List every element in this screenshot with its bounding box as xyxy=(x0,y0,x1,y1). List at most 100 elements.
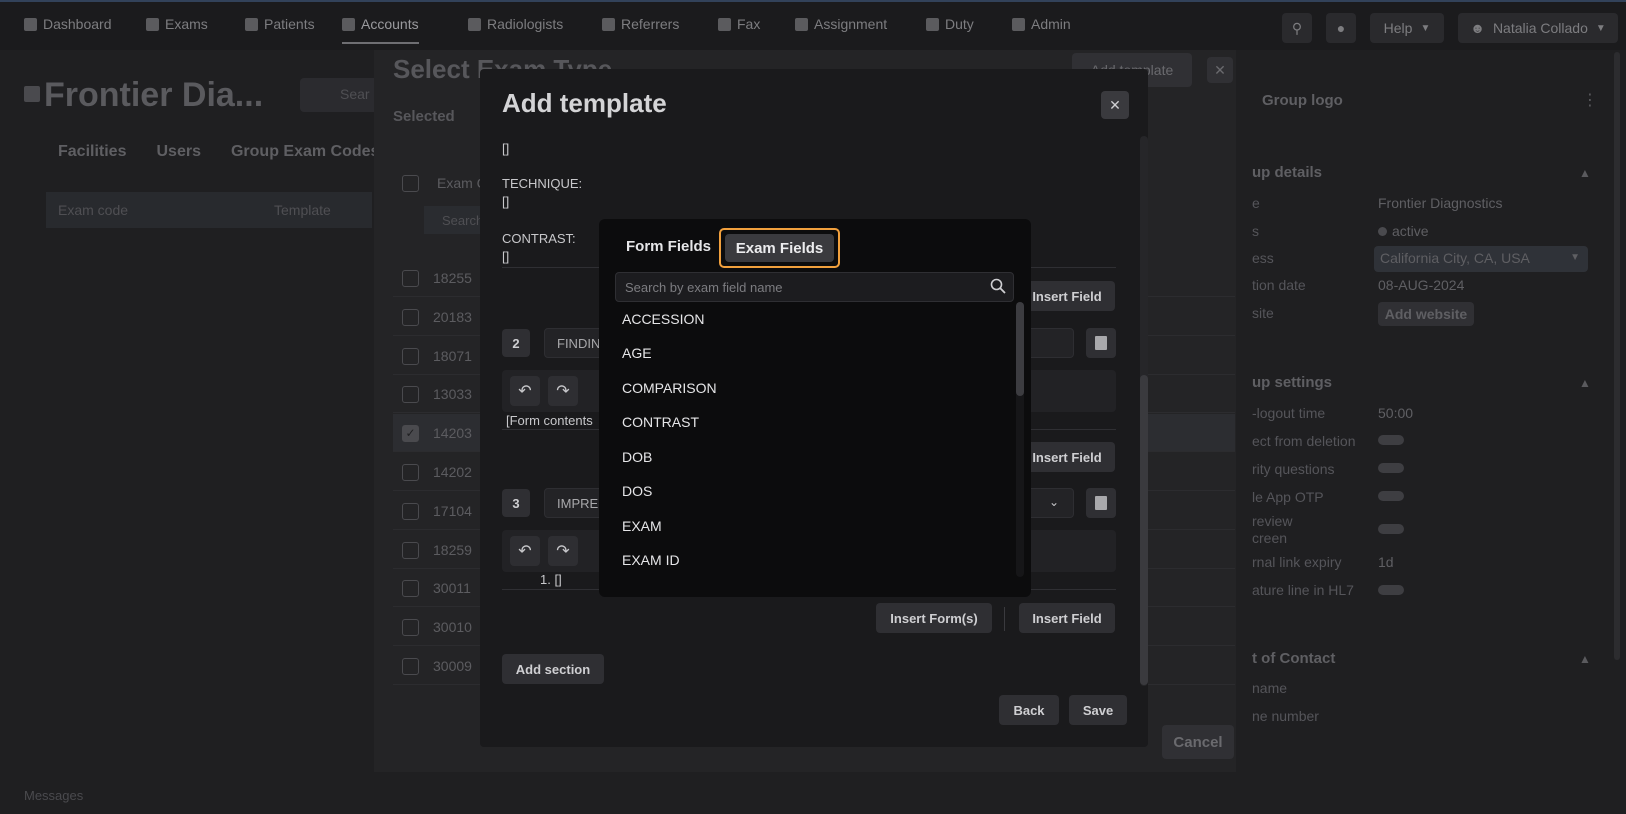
redo-icon: ↷ xyxy=(556,543,570,560)
row-checkbox[interactable] xyxy=(402,464,419,481)
field-item-exam[interactable]: EXAM xyxy=(622,518,662,534)
creation-date-value: 08-AUG-2024 xyxy=(1378,277,1465,293)
undo-button[interactable]: ↶ xyxy=(510,376,540,406)
nav-referrers[interactable]: Referrers xyxy=(602,16,679,32)
add-section-button[interactable]: Add section xyxy=(502,654,604,684)
location-select[interactable]: California City, CA, USA ▼ xyxy=(1374,246,1588,272)
exam-code-cell: 18071 xyxy=(433,347,472,364)
page-scrollbar[interactable] xyxy=(1614,52,1620,660)
field-item-accession[interactable]: ACCESSION xyxy=(622,311,704,327)
signature-line-toggle[interactable] xyxy=(1378,585,1404,595)
delete-section-button[interactable] xyxy=(1086,328,1116,358)
back-button[interactable]: Back xyxy=(999,695,1059,725)
nav-patients[interactable]: Patients xyxy=(245,16,315,32)
app-otp-toggle[interactable] xyxy=(1378,491,1404,501)
field-item-contrast[interactable]: CONTRAST xyxy=(622,414,699,430)
row-checkbox[interactable]: ✓ xyxy=(402,425,419,443)
help-button[interactable]: Help ▼ xyxy=(1370,13,1444,43)
undo-icon: ↶ xyxy=(518,543,532,560)
close-icon[interactable]: ✕ xyxy=(1101,91,1129,119)
row-checkbox[interactable] xyxy=(402,502,419,520)
exam-code-cell: 30011 xyxy=(433,580,471,597)
exam-code-cell: 18255 xyxy=(433,270,472,286)
template-text-line: TECHNIQUE: xyxy=(502,176,583,191)
nav-fax[interactable]: Fax xyxy=(718,16,760,32)
exam-code-cell: 17104 xyxy=(433,502,472,519)
row-checkbox[interactable] xyxy=(402,619,419,637)
row-checkbox[interactable] xyxy=(402,270,419,287)
tab-users[interactable]: Users xyxy=(156,143,200,161)
chevron-up-icon[interactable]: ▲ xyxy=(1579,376,1591,390)
security-questions-toggle[interactable] xyxy=(1378,463,1404,473)
dashboard-icon xyxy=(24,17,37,31)
messages-label[interactable]: Messages xyxy=(24,788,83,803)
tab-exam-fields[interactable]: Exam Fields xyxy=(725,234,834,262)
search-button[interactable]: ⚲ xyxy=(1282,13,1312,43)
delete-section-button[interactable] xyxy=(1086,488,1116,518)
trash-icon xyxy=(1095,496,1107,510)
exam-code-cell: 14203 xyxy=(433,425,472,442)
insert-field-button[interactable]: Insert Field xyxy=(1019,442,1115,472)
fax-icon xyxy=(718,17,731,31)
page-title: Frontier Dia... xyxy=(44,76,264,114)
tab-group-exam-codes[interactable]: Group Exam Codes xyxy=(231,143,379,161)
nav-radiologists[interactable]: Radiologists xyxy=(468,16,563,32)
duty-icon xyxy=(926,17,939,31)
row-checkbox[interactable] xyxy=(402,658,419,675)
notifications-button[interactable]: ● xyxy=(1326,13,1356,43)
field-item-age[interactable]: AGE xyxy=(622,345,652,361)
nav-accounts[interactable]: Accounts xyxy=(342,16,419,44)
row-checkbox[interactable] xyxy=(402,580,419,598)
row-checkbox[interactable] xyxy=(402,541,419,559)
select-all-checkbox[interactable] xyxy=(402,175,419,192)
save-button[interactable]: Save xyxy=(1069,695,1127,725)
undo-button[interactable]: ↶ xyxy=(510,536,540,566)
row-checkbox[interactable] xyxy=(402,347,419,365)
review-screen-toggle[interactable] xyxy=(1378,524,1404,534)
section-content[interactable]: 1. [] xyxy=(540,572,562,587)
exam-code-cell: 30010 xyxy=(433,619,472,636)
point-of-contact-heading: t of Contact xyxy=(1252,650,1336,667)
top-nav: Dashboard Exams Patients Accounts Radiol… xyxy=(0,0,1626,50)
chevron-down-icon: ▼ xyxy=(1420,22,1431,34)
section-number: 2 xyxy=(502,329,530,357)
nav-admin[interactable]: Admin xyxy=(1012,16,1071,32)
status-dot-icon xyxy=(1378,226,1387,236)
protect-deletion-toggle[interactable] xyxy=(1378,435,1404,445)
nav-exams[interactable]: Exams xyxy=(146,16,208,32)
section-content[interactable]: [Form contents xyxy=(506,413,593,428)
group-logo-title: Group logo xyxy=(1262,92,1343,109)
chevron-up-icon[interactable]: ▲ xyxy=(1579,652,1591,666)
modal-scrollbar-thumb[interactable] xyxy=(1140,375,1148,685)
template-text-line: [] xyxy=(502,194,510,209)
row-checkbox[interactable] xyxy=(402,308,419,326)
nav-assignment[interactable]: Assignment xyxy=(795,16,887,32)
back-arrow-icon[interactable] xyxy=(24,86,40,102)
insert-field-button[interactable]: Insert Field xyxy=(1019,281,1115,311)
row-checkbox[interactable] xyxy=(402,386,419,404)
close-icon[interactable]: ✕ xyxy=(1207,57,1233,83)
popup-scrollbar-thumb[interactable] xyxy=(1016,302,1024,396)
add-website-button[interactable]: Add website xyxy=(1378,302,1474,326)
exam-code-cell: 30009 xyxy=(433,658,472,674)
redo-button[interactable]: ↷ xyxy=(548,536,578,566)
redo-button[interactable]: ↷ xyxy=(548,376,578,406)
field-item-exam-id[interactable]: EXAM ID xyxy=(622,552,680,568)
chevron-up-icon[interactable]: ▲ xyxy=(1579,166,1591,180)
tab-facilities[interactable]: Facilities xyxy=(58,143,126,161)
user-menu[interactable]: ☻ Natalia Collado ▼ xyxy=(1458,13,1618,43)
trash-icon xyxy=(1095,336,1107,350)
nav-duty[interactable]: Duty xyxy=(926,16,974,32)
tab-form-fields[interactable]: Form Fields xyxy=(626,238,711,255)
field-item-comparison[interactable]: COMPARISON xyxy=(622,380,717,396)
divider xyxy=(1004,607,1005,631)
cancel-button[interactable]: Cancel xyxy=(1162,725,1234,759)
insert-forms-button[interactable]: Insert Form(s) xyxy=(876,603,992,633)
exam-field-search-input[interactable] xyxy=(615,272,1014,302)
page-search-input[interactable]: Sear xyxy=(300,78,380,112)
field-item-dos[interactable]: DOS xyxy=(622,483,652,499)
insert-field-button[interactable]: Insert Field xyxy=(1019,603,1115,633)
field-item-dob[interactable]: DOB xyxy=(622,449,652,465)
nav-dashboard[interactable]: Dashboard xyxy=(24,16,112,32)
more-icon[interactable]: ⋮ xyxy=(1582,90,1598,110)
